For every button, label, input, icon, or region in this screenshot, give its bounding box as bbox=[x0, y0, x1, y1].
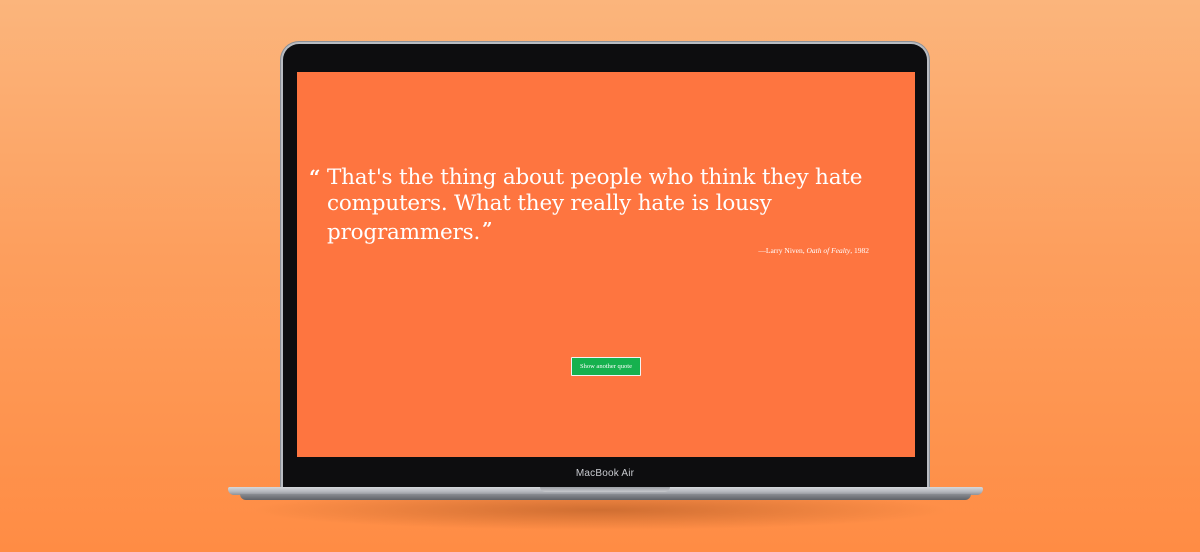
quote-attribution: —Larry Niven, Oath of Fealty, 1982 bbox=[309, 246, 869, 255]
screen: “That's the thing about people who think… bbox=[297, 72, 915, 457]
laptop-base-bottom bbox=[240, 494, 971, 500]
open-quote-icon: “ bbox=[309, 165, 321, 189]
close-quote-icon: ” bbox=[482, 219, 493, 240]
quote-text: That's the thing about people who think … bbox=[327, 165, 863, 245]
quote-text-container: “That's the thing about people who think… bbox=[309, 165, 869, 246]
attribution-year: , 1982 bbox=[850, 246, 869, 255]
attribution-work: Oath of Fealty bbox=[806, 246, 851, 255]
laptop-lid: “That's the thing about people who think… bbox=[283, 44, 927, 490]
quote-block: “That's the thing about people who think… bbox=[309, 165, 869, 255]
show-another-quote-button[interactable]: Show another quote bbox=[571, 357, 641, 376]
laptop-hinge-notch bbox=[540, 487, 670, 492]
device-model-label: MacBook Air bbox=[575, 468, 635, 479]
attribution-author: —Larry Niven, bbox=[758, 246, 807, 255]
